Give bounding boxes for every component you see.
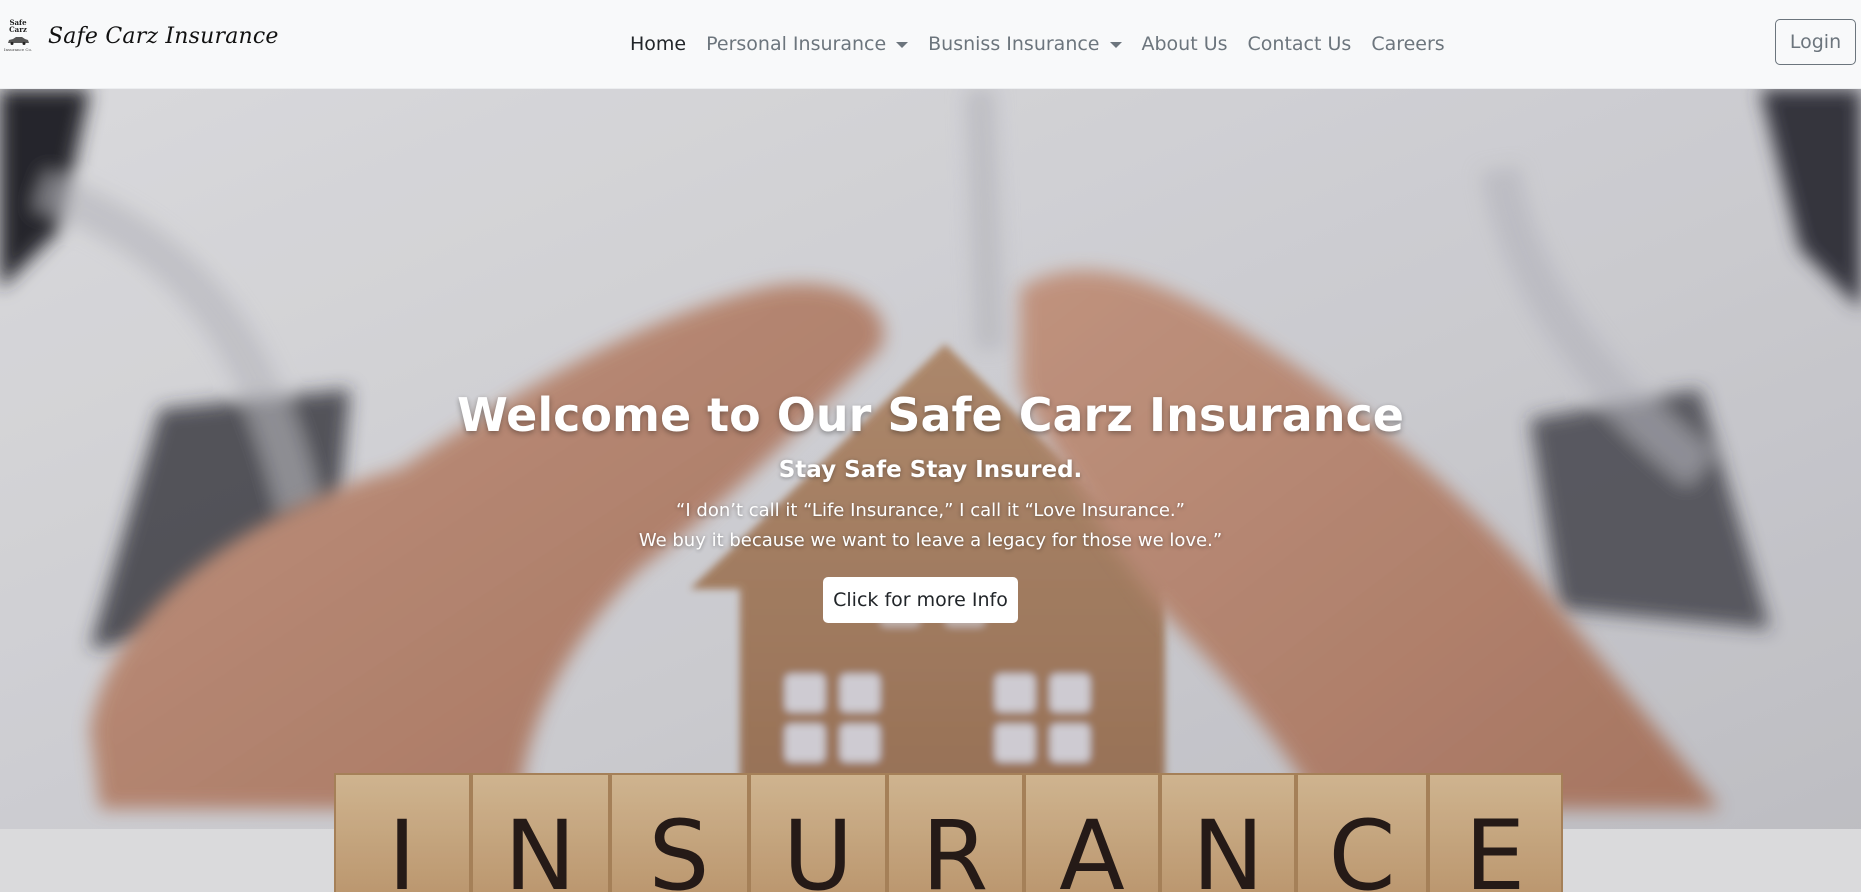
- nav-item-label: Home: [630, 33, 687, 55]
- hero-quote-line1: “I don’t call it “Life Insurance,” I cal…: [676, 500, 1185, 521]
- hero-overlay: [0, 89, 1861, 892]
- hero-subtitle: Stay Safe Stay Insured.: [778, 457, 1083, 483]
- login-button[interactable]: Login: [1775, 19, 1856, 65]
- navbar: Safe Carz Insurance Co. Safe Carz Insura…: [0, 0, 1861, 89]
- nav-item-contact-us[interactable]: Contact Us: [1248, 33, 1352, 55]
- caret-down-icon: [1109, 42, 1122, 48]
- car-icon: [8, 37, 29, 45]
- nav-item-business-insurance[interactable]: Busniss Insurance: [928, 33, 1122, 55]
- hero-section: I N S U R A N C E Welcome to Our Safe Ca…: [0, 89, 1861, 892]
- nav-item-label: Contact Us: [1247, 33, 1352, 55]
- brand-logo-line3: Insurance Co.: [3, 47, 33, 52]
- nav-item-label: About Us: [1141, 33, 1228, 55]
- caret-down-icon: [896, 42, 909, 48]
- hero-quote-line2: We buy it because we want to leave a leg…: [638, 530, 1223, 551]
- brand-logo[interactable]: Safe Carz Insurance Co.: [3, 17, 33, 57]
- brand-logo-line2: Carz: [9, 25, 27, 34]
- hero-title: Welcome to Our Safe Carz Insurance: [457, 388, 1404, 442]
- nav-item-label: Busniss Insurance: [928, 33, 1100, 55]
- nav-item-label: Careers: [1371, 33, 1445, 55]
- nav-item-label: Personal Insurance: [706, 33, 887, 55]
- nav-item-personal-insurance[interactable]: Personal Insurance: [706, 33, 909, 55]
- nav-item-home[interactable]: Home: [630, 33, 686, 55]
- nav-item-careers[interactable]: Careers: [1371, 33, 1444, 55]
- more-info-button[interactable]: Click for more Info: [823, 577, 1018, 623]
- brand-name[interactable]: Safe Carz Insurance: [48, 24, 279, 49]
- nav-item-about-us[interactable]: About Us: [1142, 33, 1228, 55]
- main-nav: Home Personal Insurance Busniss Insuranc…: [630, 28, 1465, 60]
